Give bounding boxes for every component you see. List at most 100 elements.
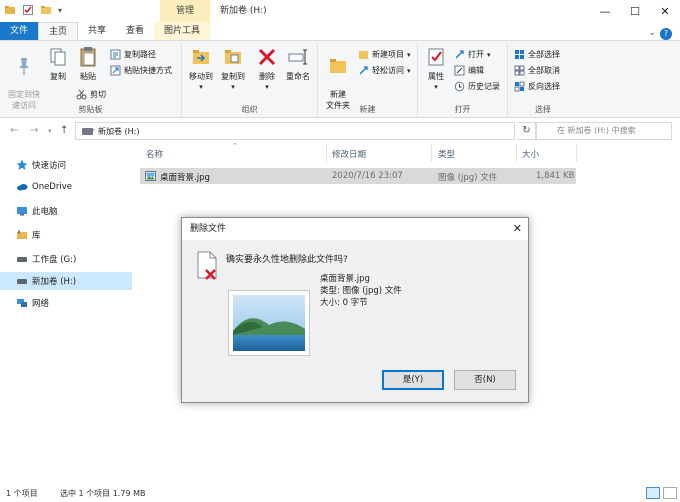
tab-picture-tools[interactable]: 图片工具 [154, 22, 211, 40]
large-icons-view-button[interactable] [663, 487, 677, 499]
new-folder-big-icon [330, 59, 346, 73]
ribbon: 固定到快 速访问 复制 粘贴 复制路径 粘贴快捷方式 剪切 剪贴板 移动到▾ [0, 40, 680, 118]
nav-item-drive-h[interactable]: 新加卷 (H:) [0, 272, 132, 290]
select-all-icon [515, 50, 524, 59]
new-folder-button[interactable]: 新建 文件夹 [322, 45, 354, 111]
drive-icon [17, 279, 27, 284]
copy-button[interactable]: 复制 [44, 45, 72, 82]
breadcrumb-chevron-icon[interactable]: › [92, 126, 95, 134]
nav-item-quick-access[interactable]: 快速访问 [0, 156, 132, 174]
search-input[interactable]: 在 新加卷 (H:) 中搜索 [536, 122, 672, 140]
nav-item-libraries[interactable]: 库 [0, 226, 132, 244]
window-title: 新加卷 (H:) [220, 6, 267, 16]
group-select: 全部选择 全部取消 反向选择 选择 [508, 43, 578, 117]
edit-button[interactable]: 编辑 [454, 65, 484, 76]
quick-access-toolbar: ▾ [4, 4, 62, 16]
nav-item-label: 库 [32, 231, 41, 241]
file-size: 1,841 KB [536, 171, 575, 181]
close-button[interactable]: ✕ [650, 0, 680, 22]
monitor-icon [17, 207, 27, 216]
column-header-size[interactable]: 大小 [522, 148, 539, 160]
tab-share[interactable]: 共享 [78, 22, 116, 40]
pin-quick-access-button[interactable]: 固定到快 速访问 [4, 45, 44, 111]
dialog-file-size: 大小: 0 字节 [320, 298, 368, 308]
column-header-type[interactable]: 类型 [438, 148, 455, 160]
column-divider[interactable] [431, 144, 432, 162]
cut-button[interactable]: 剪切 [76, 89, 106, 100]
history-button[interactable]: 历史记录 [454, 81, 500, 92]
group-clipboard: 固定到快 速访问 复制 粘贴 复制路径 粘贴快捷方式 剪切 剪贴板 [0, 43, 182, 117]
address-bar[interactable]: › 新加卷 (H:) ▾ [75, 122, 580, 140]
navigation-pane: 快速访问 OneDrive 此电脑 库 工作盘 (G:) 新加卷 (H:) 网络 [0, 142, 132, 482]
dialog-file-type: 类型: 图像 (jpg) 文件 [320, 286, 402, 296]
tab-file[interactable]: 文件 [0, 22, 38, 40]
open-button[interactable]: 打开 ▾ [454, 49, 491, 60]
paste-button[interactable]: 粘贴 [74, 45, 102, 82]
group-open: 属性 ▾ 打开 ▾ 编辑 历史记录 打开 [418, 43, 508, 117]
nav-item-label: 此电脑 [32, 207, 58, 217]
rename-icon [288, 49, 307, 65]
collapse-ribbon-icon[interactable]: ⌄ [648, 28, 656, 38]
easy-access-icon [359, 66, 368, 75]
properties-button[interactable]: 属性 ▾ [422, 45, 450, 91]
forward-icon[interactable]: → [30, 125, 38, 136]
copy-to-button[interactable]: 复制到 ▾ [218, 45, 248, 91]
image-file-icon [145, 171, 156, 181]
move-to-button[interactable]: 移动到 ▾ [186, 45, 216, 91]
help-icon[interactable]: ? [660, 28, 672, 40]
invert-selection-button[interactable]: 反向选择 [514, 81, 560, 92]
column-divider[interactable] [576, 144, 577, 162]
nav-item-label: 网络 [32, 299, 50, 309]
folder-icon [5, 6, 15, 14]
paste-shortcut-button[interactable]: 粘贴快捷方式 [110, 65, 172, 76]
scissors-icon [76, 89, 87, 100]
nav-item-drive-g[interactable]: 工作盘 (G:) [0, 250, 132, 268]
address-path: 新加卷 (H:) [98, 127, 140, 136]
edit-icon [454, 65, 465, 76]
tab-manage[interactable]: 管理 [160, 0, 210, 22]
column-divider[interactable] [326, 144, 327, 162]
window-controls: — ☐ ✕ [590, 0, 680, 22]
group-label-new: 新建 [359, 105, 376, 114]
select-all-button[interactable]: 全部选择 [514, 49, 560, 60]
tab-view[interactable]: 查看 [116, 22, 154, 40]
rename-button[interactable]: 重命名 [282, 45, 314, 82]
status-bar: 1 个项目 选中 1 个项目 1.79 MB [0, 484, 680, 502]
minimize-button[interactable]: — [590, 0, 620, 22]
maximize-button[interactable]: ☐ [620, 0, 650, 22]
new-item-button[interactable]: 新建项目 ▾ [358, 49, 411, 60]
tab-home[interactable]: 主页 [38, 22, 79, 40]
dialog-title: 删除文件 [182, 218, 528, 240]
dialog-close-button[interactable]: ✕ [513, 222, 522, 236]
star-icon [16, 159, 28, 170]
refresh-button[interactable]: ↻ [518, 122, 536, 140]
group-label-open: 打开 [454, 105, 471, 114]
copy-path-button[interactable]: 复制路径 [110, 49, 156, 60]
customize-qat-icon[interactable]: ▾ [58, 6, 62, 15]
yes-button[interactable]: 是(Y) [382, 370, 444, 390]
history-icon [454, 81, 465, 92]
nav-item-this-pc[interactable]: 此电脑 [0, 202, 132, 220]
column-header-modified[interactable]: 修改日期 [332, 148, 366, 160]
pin-icon [19, 58, 29, 75]
nav-item-network[interactable]: 网络 [0, 294, 132, 312]
group-organize: 移动到 ▾ 复制到 ▾ 删除 ▾ 重命名 组织 [182, 43, 318, 117]
no-button[interactable]: 否(N) [454, 370, 516, 390]
group-label-clipboard: 剪贴板 [78, 105, 103, 114]
delete-button[interactable]: 删除 ▾ [254, 45, 280, 91]
easy-access-button[interactable]: 轻松访问 ▾ [358, 65, 411, 76]
column-header-name[interactable]: 名称 [146, 148, 163, 160]
new-folder-icon[interactable] [40, 4, 52, 16]
details-view-button[interactable] [646, 487, 660, 499]
nav-item-onedrive[interactable]: OneDrive [0, 178, 132, 196]
move-folder-icon [193, 50, 209, 64]
select-none-button[interactable]: 全部取消 [514, 65, 560, 76]
properties-check-icon[interactable] [22, 4, 34, 16]
group-label-organize: 组织 [241, 105, 258, 114]
library-icon [17, 230, 27, 239]
recent-locations-icon[interactable]: ▾ [48, 127, 52, 135]
select-none-icon [514, 65, 525, 76]
back-icon[interactable]: ← [10, 125, 18, 136]
column-divider[interactable] [516, 144, 517, 162]
up-icon[interactable]: ↑ [60, 125, 68, 136]
